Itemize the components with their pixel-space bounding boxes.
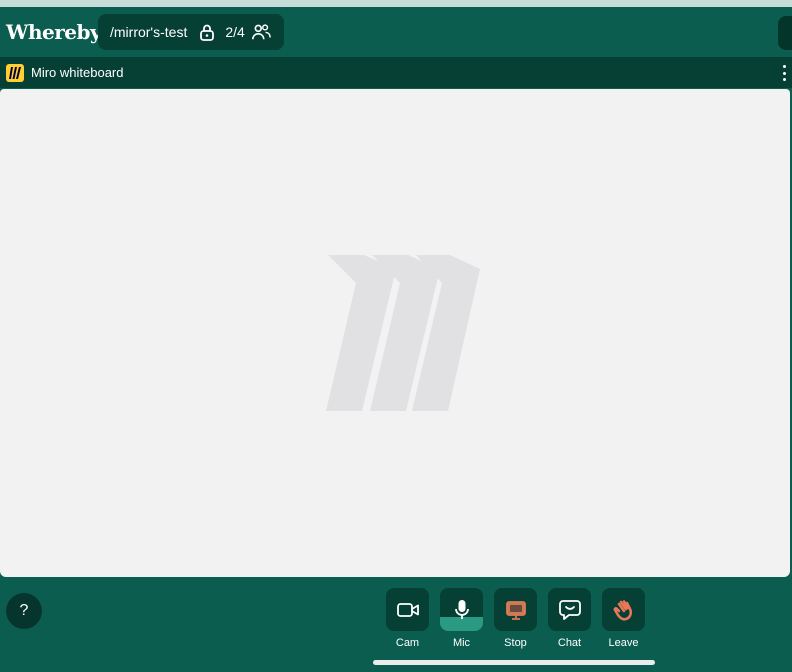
side-panel-toggle-button[interactable] — [778, 16, 792, 50]
leave-control: Leave — [602, 588, 645, 649]
mic-button[interactable] — [440, 588, 483, 631]
camera-icon — [396, 602, 419, 617]
stop-control: Stop — [494, 588, 537, 649]
participant-count: 2/4 — [225, 24, 245, 40]
lock-icon — [197, 22, 217, 42]
chat-button[interactable] — [548, 588, 591, 631]
leave-button[interactable] — [602, 588, 645, 631]
chat-label: Chat — [557, 637, 582, 649]
miro-loading-logo-icon — [326, 255, 480, 411]
room-info-pill[interactable]: /mirror's-test 2/4 — [98, 14, 284, 50]
header: Whereby /mirror's-test 2/4 — [0, 7, 792, 57]
whiteboard-canvas[interactable] — [0, 89, 790, 577]
stop-share-button[interactable] — [494, 588, 537, 631]
window-top-strip — [0, 0, 792, 7]
stop-label: Stop — [504, 637, 527, 649]
waving-hand-icon — [613, 599, 632, 621]
home-indicator — [373, 660, 655, 665]
microphone-icon — [454, 599, 469, 619]
screen-share-icon — [505, 600, 526, 620]
chat-icon — [558, 599, 581, 620]
leave-label: Leave — [608, 637, 639, 649]
room-name: /mirror's-test — [110, 24, 188, 40]
whereby-logo: Whereby — [6, 20, 102, 44]
miro-logo-icon — [6, 63, 24, 82]
help-button[interactable]: ? — [6, 593, 42, 629]
cam-control: Cam — [386, 588, 429, 649]
cam-label: Cam — [395, 637, 420, 649]
more-options-icon[interactable] — [778, 63, 790, 83]
people-icon — [251, 22, 271, 42]
mic-label: Mic — [452, 637, 471, 649]
mic-control: Mic — [440, 588, 483, 649]
call-controls: Cam Mic Stop Chat Leave — [386, 588, 645, 649]
whiteboard-title: Miro whiteboard — [31, 65, 124, 80]
cam-button[interactable] — [386, 588, 429, 631]
whiteboard-header: Miro whiteboard — [0, 57, 792, 88]
chat-control: Chat — [548, 588, 591, 649]
